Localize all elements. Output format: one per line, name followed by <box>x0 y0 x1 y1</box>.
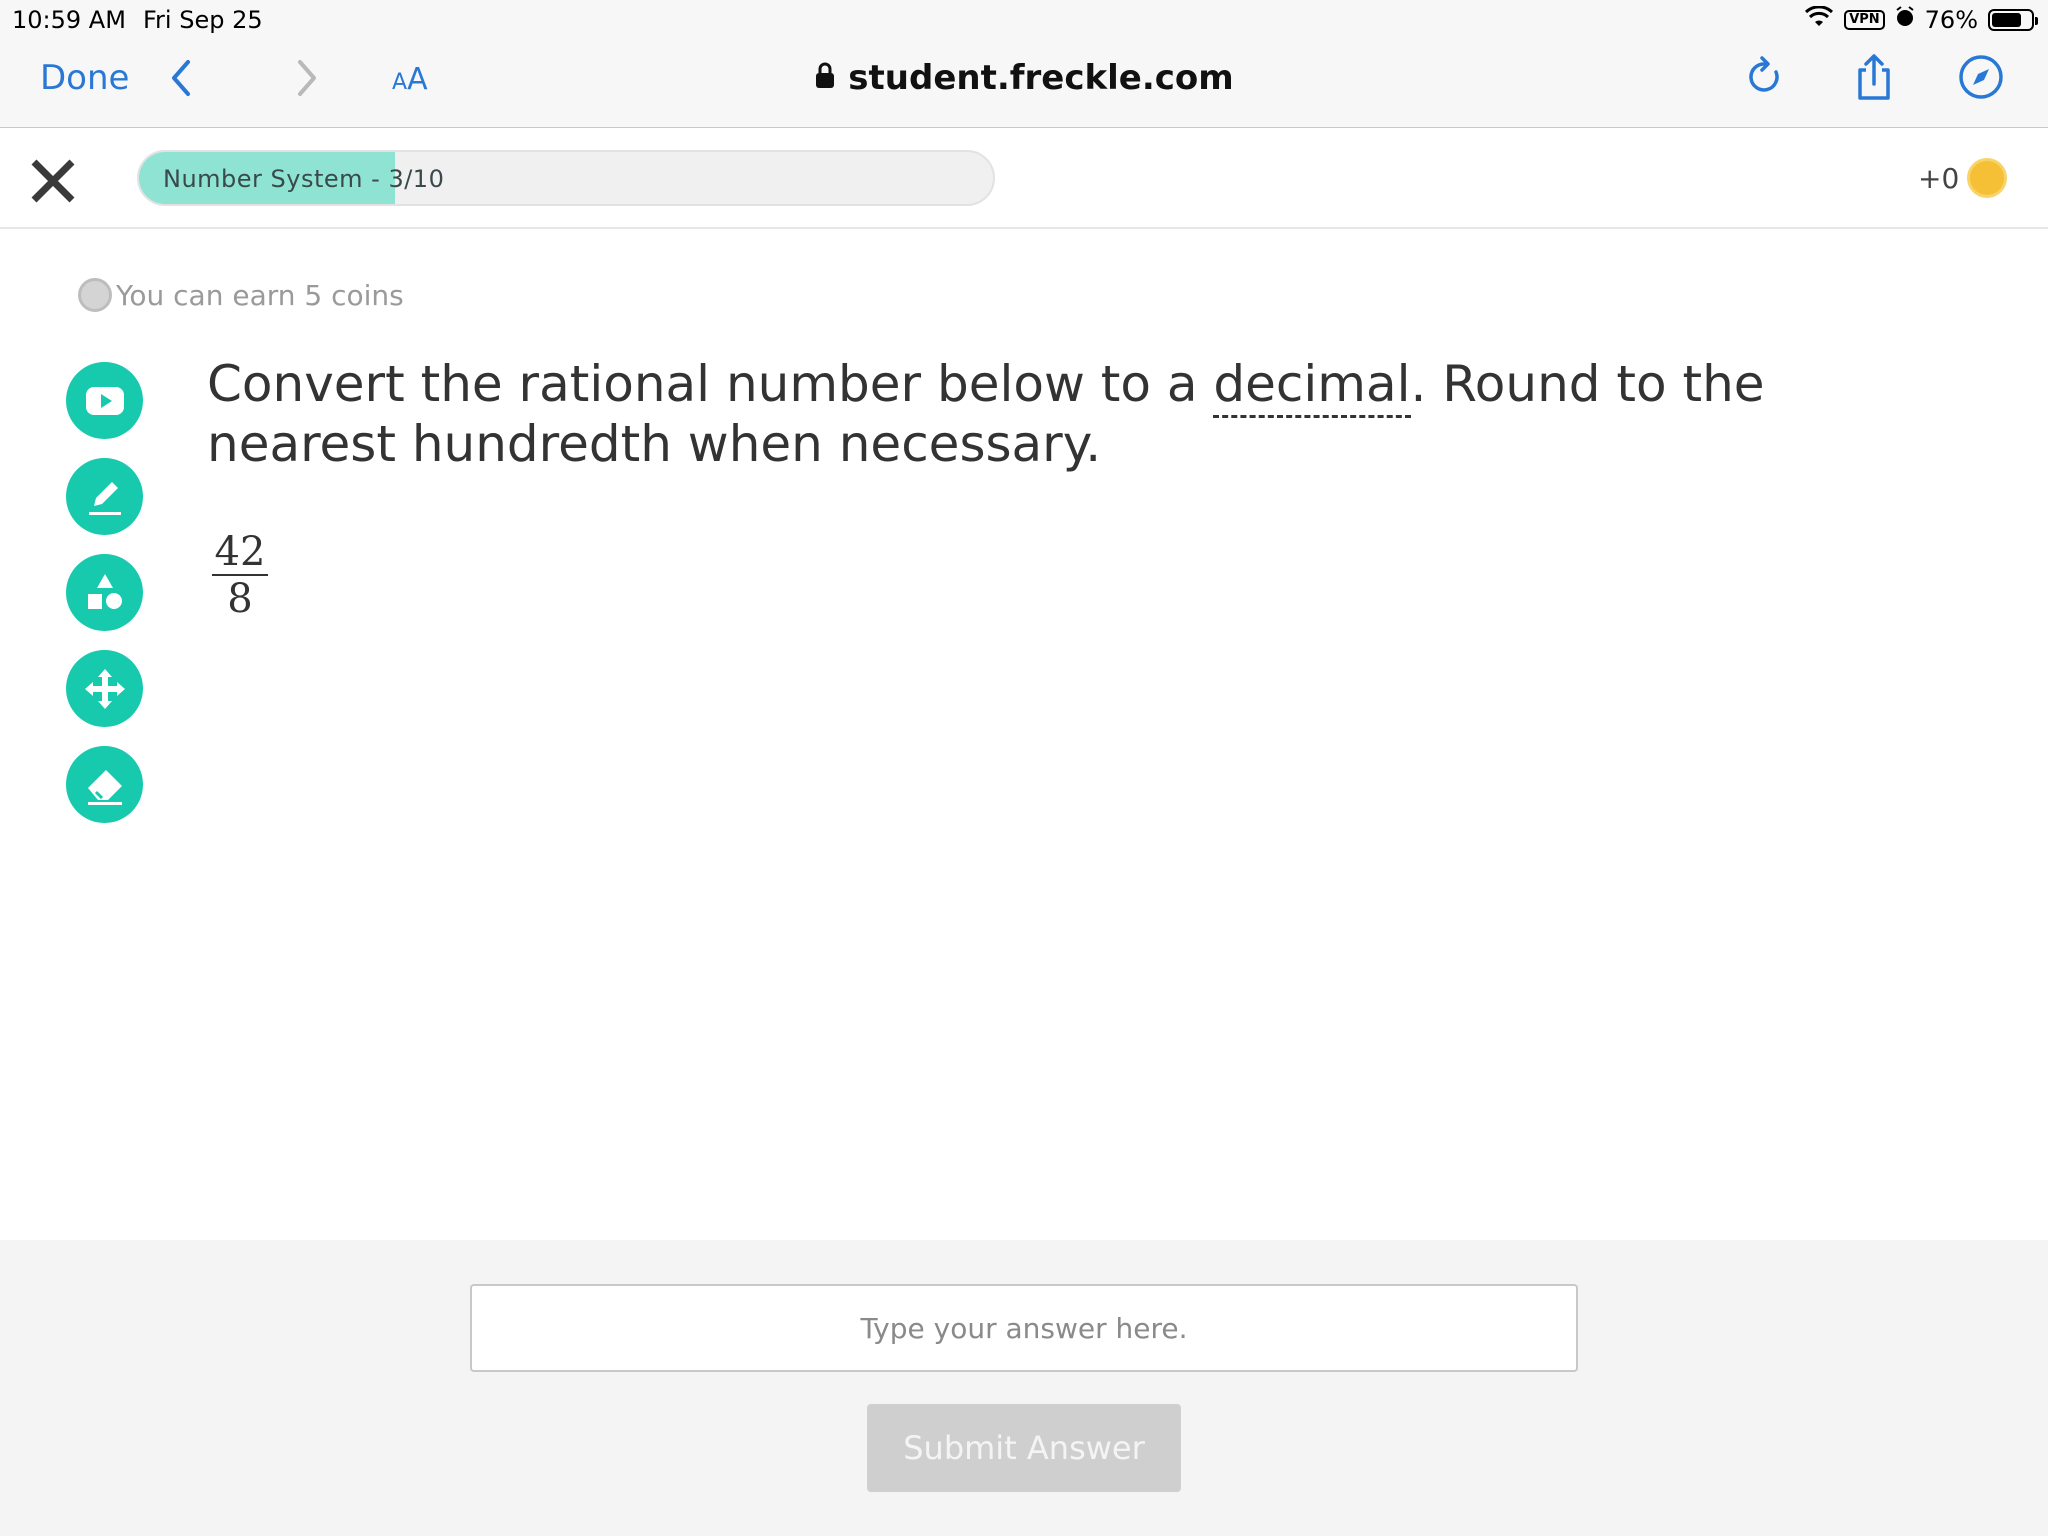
question-text: Convert the rational number below to a d… <box>207 354 1847 474</box>
video-button[interactable] <box>66 362 143 439</box>
status-date: Fri Sep 25 <box>143 6 263 34</box>
earn-coins-hint: You can earn 5 coins <box>78 278 404 312</box>
move-arrows-icon <box>84 668 125 709</box>
eraser-icon <box>87 769 122 805</box>
alarm-icon <box>1895 6 1915 34</box>
answer-input[interactable] <box>470 1284 1578 1372</box>
coin-count: +0 <box>1918 162 1960 195</box>
earn-coins-text: You can earn 5 coins <box>116 278 404 312</box>
reload-icon[interactable] <box>1740 52 1790 102</box>
wifi-icon <box>1804 5 1834 34</box>
move-button[interactable] <box>66 650 143 727</box>
status-time: 10:59 AM <box>12 6 126 34</box>
close-icon[interactable] <box>28 156 78 206</box>
pencil-button[interactable] <box>66 458 143 535</box>
shapes-button[interactable] <box>66 554 143 631</box>
progress-label: Number System - 3/10 <box>163 165 445 193</box>
vpn-badge: VPN <box>1844 10 1885 30</box>
url-text: student.freckle.com <box>848 58 1234 98</box>
battery-fill <box>1992 13 2021 27</box>
fraction-denominator: 8 <box>227 576 253 622</box>
eraser-button[interactable] <box>66 746 143 823</box>
status-bar: 10:59 AM Fri Sep 25 VPN 76% <box>0 0 2048 40</box>
coin-icon <box>78 278 112 312</box>
coin-icon <box>1967 158 2007 198</box>
question-part1: Convert the rational number below to a <box>207 355 1214 413</box>
battery-icon <box>1988 9 2038 31</box>
submit-answer-button[interactable]: Submit Answer <box>867 1404 1181 1492</box>
app-header: Number System - 3/10 +0 <box>0 128 2048 229</box>
fraction: 42 8 <box>212 530 268 622</box>
compass-icon[interactable] <box>1956 52 2006 102</box>
browser-toolbar: Done AA student.freckle.com <box>0 40 2048 128</box>
progress-bar: Number System - 3/10 <box>137 150 995 206</box>
video-play-icon <box>85 386 124 415</box>
pencil-icon <box>88 481 121 515</box>
lock-icon <box>814 58 836 98</box>
share-icon[interactable] <box>1849 52 1899 102</box>
shapes-icon <box>87 573 122 609</box>
status-indicators: VPN 76% <box>1804 5 2038 34</box>
answer-area: Submit Answer <box>0 1240 2048 1536</box>
glossary-term-decimal[interactable]: decimal <box>1213 355 1411 418</box>
fraction-numerator: 42 <box>212 530 268 576</box>
battery-percent: 76% <box>1924 6 1978 34</box>
